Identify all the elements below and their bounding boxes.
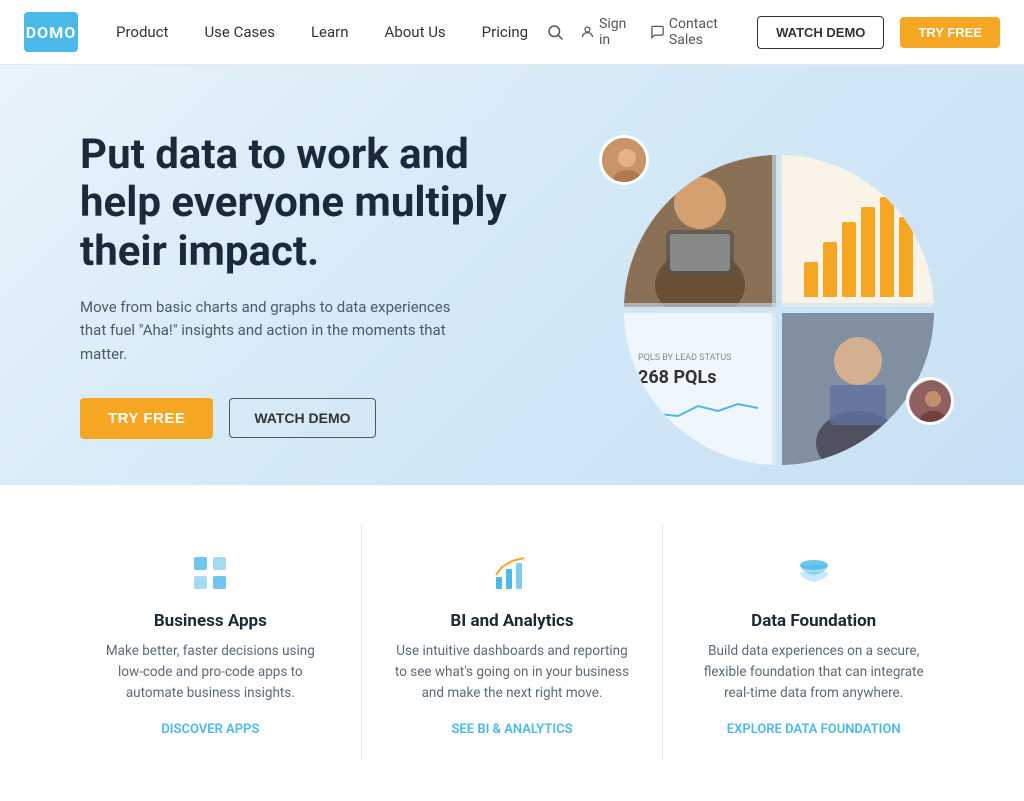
watch-demo-hero-button[interactable]: WATCH DEMO (229, 398, 375, 438)
stat-label: PQLS BY LEAD STATUS (638, 353, 762, 363)
logo[interactable]: DOMO (24, 12, 78, 52)
bi-analytics-icon (492, 553, 532, 593)
chart-bar-3 (842, 222, 856, 297)
header-right: Sign in Contact Sales WATCH DEMO TRY FRE… (546, 16, 1000, 49)
features-section: Business Apps Make better, faster decisi… (0, 485, 1024, 801)
contact-sales-button[interactable]: Contact Sales (650, 16, 741, 48)
data-foundation-desc: Build data experiences on a secure, flex… (695, 641, 932, 704)
business-apps-desc: Make better, faster decisions using low-… (92, 641, 329, 704)
contact-label: Contact Sales (669, 16, 741, 48)
chart-bar-2 (823, 242, 837, 297)
business-apps-icon (190, 553, 230, 593)
business-apps-link[interactable]: DISCOVER APPS (161, 722, 259, 737)
hero-buttons: TRY FREE WATCH DEMO (80, 398, 540, 439)
data-foundation-link[interactable]: EXPLORE DATA FOUNDATION (727, 722, 901, 737)
chart-bar-4 (861, 207, 875, 297)
chart-bar-1 (804, 262, 818, 297)
bi-icon (488, 549, 536, 597)
data-icon (790, 549, 838, 597)
bi-analytics-link[interactable]: SEE BI & ANALYTICS (451, 722, 572, 737)
nav-use-cases[interactable]: Use Cases (186, 0, 293, 65)
chart-bar-6 (899, 217, 913, 297)
avatar-top (599, 135, 649, 185)
avatar-bottom (906, 377, 954, 425)
chat-icon (650, 23, 665, 41)
signin-label: Sign in (599, 16, 634, 48)
hero-content: Put data to work and help everyone multi… (80, 131, 540, 439)
signin-button[interactable]: Sign in (580, 16, 634, 48)
watch-demo-header-button[interactable]: WATCH DEMO (757, 16, 884, 49)
chart-bar-5 (880, 197, 894, 297)
apps-icon (186, 549, 234, 597)
feature-data-foundation: Data Foundation Build data experiences o… (663, 525, 964, 761)
try-free-header-button[interactable]: TRY FREE (900, 17, 1000, 48)
stat-value: 268 PQLs (638, 367, 762, 388)
bi-analytics-title: BI and Analytics (394, 611, 631, 631)
search-icon (546, 23, 564, 41)
business-apps-title: Business Apps (92, 611, 329, 631)
hero-title: Put data to work and help everyone multi… (80, 131, 540, 276)
nav-about-us[interactable]: About Us (367, 0, 464, 65)
hero-section: Put data to work and help everyone multi… (0, 65, 1024, 485)
main-nav: Product Use Cases Learn About Us Pricing (98, 0, 546, 65)
nav-pricing[interactable]: Pricing (464, 0, 546, 65)
header: DOMO Product Use Cases Learn About Us Pr… (0, 0, 1024, 65)
try-free-hero-button[interactable]: TRY FREE (80, 398, 213, 439)
logo-text: DOMO (26, 23, 76, 42)
hero-subtitle: Move from basic charts and graphs to dat… (80, 296, 460, 366)
feature-business-apps: Business Apps Make better, faster decisi… (60, 525, 362, 761)
data-foundation-title: Data Foundation (695, 611, 932, 631)
hero-visual: PQLS BY LEAD STATUS 268 PQLs (544, 125, 964, 445)
search-button[interactable] (546, 23, 564, 41)
user-icon (580, 23, 595, 41)
nav-product[interactable]: Product (98, 0, 186, 65)
data-foundation-icon (794, 553, 834, 593)
feature-bi-analytics: BI and Analytics Use intuitive dashboard… (362, 525, 664, 761)
sparkline (638, 396, 758, 426)
nav-learn[interactable]: Learn (293, 0, 367, 65)
header-left: DOMO Product Use Cases Learn About Us Pr… (24, 0, 546, 65)
bi-analytics-desc: Use intuitive dashboards and reporting t… (394, 641, 631, 704)
circle-visual: PQLS BY LEAD STATUS 268 PQLs (624, 155, 934, 465)
